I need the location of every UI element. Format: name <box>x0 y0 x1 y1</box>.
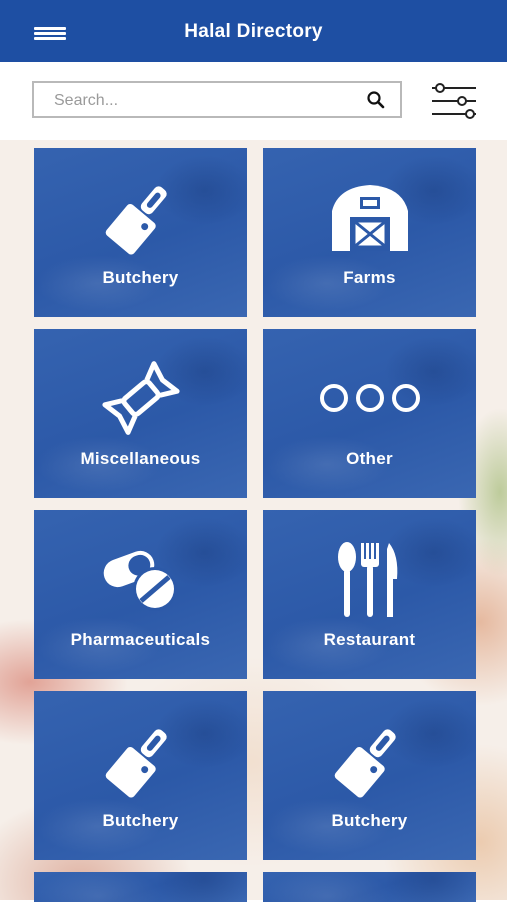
category-label: Farms <box>343 268 396 287</box>
category-label: Other <box>346 449 393 468</box>
cleaver-icon <box>34 176 247 258</box>
page-title: Halal Directory <box>184 21 323 42</box>
category-tile-butchery[interactable]: Butchery <box>34 148 247 317</box>
search-icon[interactable] <box>366 90 386 110</box>
barn-icon <box>263 176 476 258</box>
category-tile-other[interactable]: Other <box>263 329 476 498</box>
category-label: Butchery <box>102 811 179 830</box>
candy-icon <box>34 357 247 439</box>
category-label: Butchery <box>331 811 408 830</box>
filter-sliders-icon[interactable] <box>428 80 480 122</box>
cleaver-icon <box>34 719 247 801</box>
category-tile-pharmaceuticals[interactable]: Pharmaceuticals <box>34 510 247 679</box>
cleaver-icon <box>263 719 476 801</box>
category-label: Butchery <box>102 268 179 287</box>
search-bar <box>0 62 507 140</box>
category-tile-butchery[interactable]: Butchery <box>34 691 247 860</box>
category-label: Restaurant <box>323 630 416 649</box>
three-circles-icon <box>263 357 476 439</box>
app-header: Halal Directory <box>0 0 507 62</box>
category-tile-miscellaneous[interactable]: Miscellaneous <box>34 329 247 498</box>
category-label: Pharmaceuticals <box>70 630 211 649</box>
category-label: Miscellaneous <box>80 449 201 468</box>
category-grid: Butchery Farms Miscellaneous Other Pharm… <box>34 148 476 902</box>
category-tile-partial[interactable] <box>263 872 476 902</box>
category-tile-farms[interactable]: Farms <box>263 148 476 317</box>
category-tile-partial[interactable] <box>34 872 247 902</box>
pills-icon <box>34 538 247 620</box>
cutlery-icon <box>263 538 476 620</box>
category-tile-butchery[interactable]: Butchery <box>263 691 476 860</box>
category-tile-restaurant[interactable]: Restaurant <box>263 510 476 679</box>
search-input[interactable] <box>52 89 356 113</box>
search-field[interactable] <box>32 81 402 118</box>
